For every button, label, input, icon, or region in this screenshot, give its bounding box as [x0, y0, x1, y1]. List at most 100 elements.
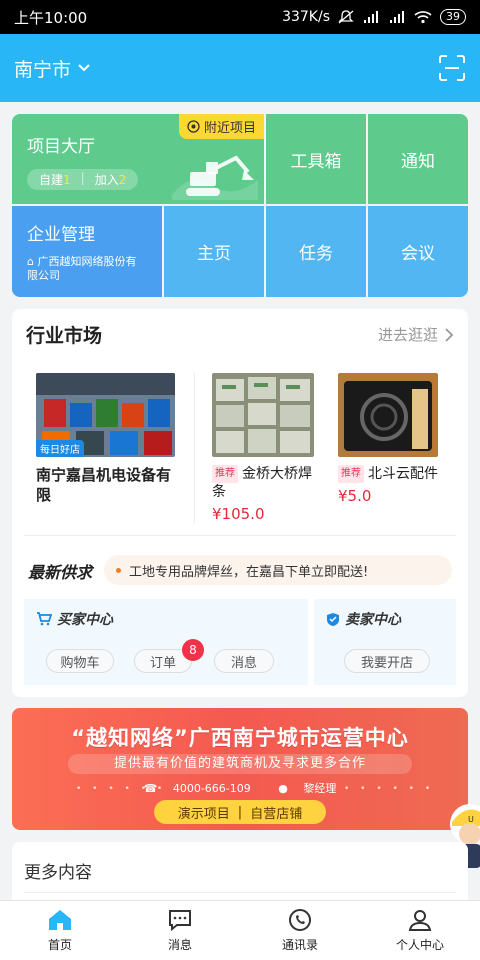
self-built-label: 自建: [39, 173, 64, 187]
svg-text:U: U: [468, 815, 474, 824]
city-selector[interactable]: 南宁市: [14, 55, 91, 82]
nearby-projects-button[interactable]: 附近项目: [178, 114, 264, 139]
product-image-shop[interactable]: 每日好店: [36, 373, 175, 457]
toolbox-tile[interactable]: 工具箱: [266, 114, 366, 204]
wifi-icon: [414, 11, 432, 24]
nearby-projects-label: 附近项目: [203, 121, 256, 136]
cart-label: 购物车: [60, 655, 100, 671]
market-more-link[interactable]: 进去逛逛: [378, 324, 454, 345]
self-built-stat: 自建1: [39, 171, 71, 188]
joined-label: 加入: [94, 173, 119, 187]
messages-button[interactable]: 消息: [214, 649, 274, 673]
homepage-tile[interactable]: 主页: [164, 206, 264, 297]
promo-banner[interactable]: “越知网络”广西南宁城市运营中心 提供最有价值的建筑商机及寻求更多合作 • • …: [12, 708, 468, 830]
notice-label: 通知: [401, 151, 435, 172]
chevron-right-icon: [445, 327, 454, 342]
tab-home[interactable]: 首页: [0, 901, 120, 960]
buyer-center: 买家中心 购物车 订单 8 消息: [24, 599, 308, 685]
task-tile[interactable]: 任务: [266, 206, 366, 297]
enterprise-management-tile[interactable]: 企业管理 ⌂ 广西越知网络股份有限公司: [12, 206, 162, 297]
enterprise-company: ⌂ 广西越知网络股份有限公司: [27, 255, 147, 283]
task-label: 任务: [299, 244, 333, 264]
meeting-tile[interactable]: 会议: [368, 206, 468, 297]
banner-phone-text: 4000-666-109: [172, 782, 251, 795]
home-icon: [49, 910, 71, 930]
project-hall-title: 项目大厅: [27, 137, 95, 157]
tab-profile[interactable]: 个人中心: [360, 901, 480, 960]
bottom-tab-bar: 首页 消息 通讯录 个人中心: [0, 900, 480, 960]
more-content-title: 更多内容: [24, 863, 92, 883]
person-small-icon: ●: [278, 782, 292, 795]
joined-count: 2: [118, 173, 127, 187]
signal-icon-1: [364, 11, 378, 23]
daily-shop-tag: 每日好店: [36, 440, 84, 457]
signal-icon-2: [390, 11, 404, 23]
more-content-divider: [24, 892, 456, 893]
cart-button[interactable]: 购物车: [46, 649, 114, 673]
project-hall-tile[interactable]: 项目大厅 自建1 | 加入2 附近项目: [12, 114, 264, 204]
recommend-tag: 推荐: [338, 465, 364, 483]
banner-buttons: 演示项目 | 自营店铺: [154, 800, 326, 824]
banner-contact: ☎ 4000-666-109 ● 黎经理: [12, 780, 468, 796]
orders-badge: 8: [182, 639, 204, 661]
function-grid: 项目大厅 自建1 | 加入2 附近项目 工具箱 通知 企业管理 ⌂ 广西越知网络…: [12, 114, 468, 297]
latest-supply-news[interactable]: 工地专用品牌焊丝，在嘉昌下单立即配送!: [104, 555, 452, 585]
tab-contacts[interactable]: 通讯录: [240, 901, 360, 960]
product-name-3-text: 北斗云配件: [368, 466, 438, 482]
banner-phone: ☎ 4000-666-109: [138, 782, 257, 795]
market-more-label: 进去逛逛: [377, 326, 438, 344]
location-icon: [187, 120, 200, 133]
welding-rods-photo: [212, 373, 314, 457]
project-hall-stats: 自建1 | 加入2: [27, 169, 139, 190]
status-time: 上午10:00: [14, 8, 88, 27]
shield-icon: [327, 612, 339, 626]
product-price-2: ¥105.0: [212, 505, 265, 523]
banner-manager: ● 黎经理: [272, 782, 342, 795]
banner-subtitle: 提供最有价值的建筑商机及寻求更多合作: [68, 754, 412, 774]
city-name: 南宁市: [14, 58, 72, 81]
product-name-3[interactable]: 推荐 北斗云配件: [338, 465, 448, 483]
product-image-welding-rods[interactable]: [212, 373, 314, 457]
app-header: 南宁市: [0, 34, 480, 102]
open-shop-label: 我要开店: [360, 655, 413, 671]
battery-indicator: 39: [440, 9, 466, 25]
seller-center-title: 卖家中心: [326, 609, 401, 629]
message-icon: [169, 910, 191, 932]
banner-title: “越知网络”广西南宁城市运营中心: [71, 726, 409, 750]
orders-label: 订单: [149, 655, 176, 671]
banner-manager-text: 黎经理: [303, 782, 337, 795]
network-speed: 337K/s: [282, 9, 330, 25]
product-image-beidou[interactable]: [338, 373, 438, 457]
scan-icon[interactable]: [438, 54, 466, 82]
notice-tile[interactable]: 通知: [368, 114, 468, 204]
tab-contacts-label: 通讯录: [281, 938, 318, 952]
demo-project-button[interactable]: 演示项目: [178, 803, 230, 822]
buyer-center-label: 买家中心: [57, 612, 113, 628]
tab-messages[interactable]: 消息: [120, 901, 240, 960]
phone-icon: [289, 909, 311, 931]
product-name-1[interactable]: 南宁嘉昌机电设备有限: [36, 465, 176, 505]
meeting-label: 会议: [401, 244, 435, 264]
status-icons: 337K/s 39: [282, 9, 466, 25]
industry-market-card: 行业市场 进去逛逛 每日好店 南宁嘉昌机电设备有限 推荐 金桥大桥焊条 ¥105…: [12, 309, 468, 697]
market-divider: [24, 535, 456, 536]
excavator-icon: [172, 155, 258, 200]
toolbox-label: 工具箱: [290, 151, 342, 172]
beidou-photo: [338, 373, 438, 457]
news-dot: [116, 567, 121, 573]
own-shop-button[interactable]: 自营店铺: [250, 803, 302, 822]
company-name: 广西越知网络股份有限公司: [27, 255, 137, 282]
self-built-count: 1: [63, 173, 71, 187]
tab-messages-label: 消息: [167, 938, 192, 952]
phone-small-icon: ☎: [143, 782, 161, 795]
status-bar: 上午10:00 337K/s 39: [0, 0, 480, 34]
homepage-label: 主页: [197, 244, 231, 264]
home-small-icon: ⌂: [27, 255, 38, 268]
buyer-center-title: 买家中心: [36, 609, 113, 629]
joined-stat: 加入2: [95, 171, 127, 188]
latest-supply-label: 最新供求: [28, 563, 93, 582]
open-shop-button[interactable]: 我要开店: [344, 649, 430, 673]
market-title: 行业市场: [26, 325, 103, 347]
product-name-2[interactable]: 推荐 金桥大桥焊条: [212, 465, 322, 501]
seller-center: 卖家中心 我要开店: [314, 599, 456, 685]
